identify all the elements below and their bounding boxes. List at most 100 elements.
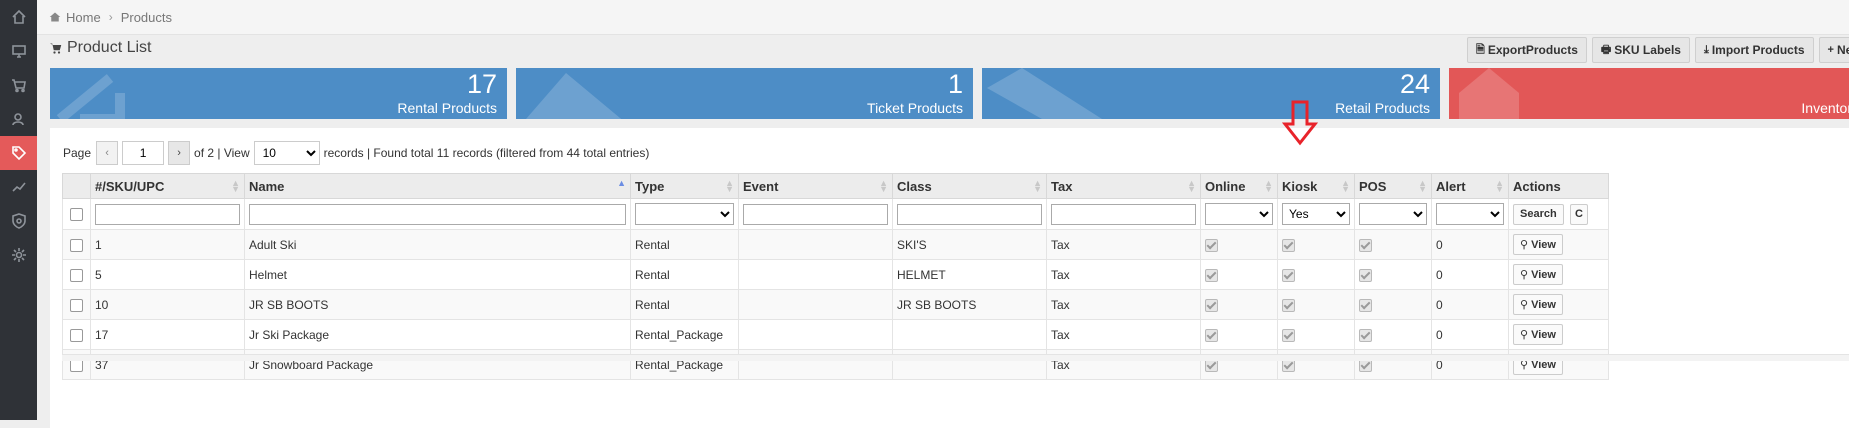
pos-filter-select[interactable] bbox=[1359, 203, 1427, 225]
column-header-label: Kiosk bbox=[1282, 179, 1317, 194]
sku-cell-text: 17 bbox=[95, 328, 108, 342]
row-select-checkbox[interactable] bbox=[70, 329, 83, 342]
view-button[interactable]: ⚲View bbox=[1513, 324, 1563, 345]
row-select-checkbox[interactable] bbox=[70, 299, 83, 312]
tax-cell-text: Tax bbox=[1051, 328, 1070, 342]
class-cell-text: JR SB BOOTS bbox=[897, 298, 976, 312]
column-header-type[interactable]: Type▲▼ bbox=[631, 174, 739, 199]
sidebar-item-orders[interactable] bbox=[0, 68, 37, 102]
per-page-select[interactable]: 10 bbox=[254, 141, 320, 165]
sidebar-item-customers[interactable] bbox=[0, 102, 37, 136]
home-icon bbox=[49, 11, 61, 23]
column-header-alert[interactable]: Alert▲▼ bbox=[1432, 174, 1509, 199]
online-checkbox bbox=[1205, 269, 1218, 282]
sidebar-item-home[interactable] bbox=[0, 0, 37, 34]
new-product-button[interactable]: + New bbox=[1819, 37, 1849, 63]
view-button[interactable]: ⚲View bbox=[1513, 264, 1563, 285]
sort-icon: ▲▼ bbox=[879, 180, 888, 192]
column-header-tax[interactable]: Tax▲▼ bbox=[1047, 174, 1201, 199]
print-icon: 🖶 bbox=[1601, 41, 1611, 60]
sidebar-item-settings[interactable] bbox=[0, 238, 37, 272]
filter-cell bbox=[739, 199, 893, 230]
sku-cell: 1 bbox=[91, 230, 245, 260]
column-header-pos[interactable]: POS▲▼ bbox=[1355, 174, 1432, 199]
next-page-button[interactable]: › bbox=[168, 141, 190, 165]
sidebar-item-reports[interactable] bbox=[0, 170, 37, 204]
chevron-right-icon: › bbox=[109, 10, 113, 24]
page-number-input[interactable] bbox=[122, 141, 164, 165]
kiosk-checkbox bbox=[1282, 329, 1295, 342]
inventory-tile[interactable]: Inventory bbox=[1449, 68, 1849, 119]
event-filter-input[interactable] bbox=[743, 204, 888, 225]
tax-cell-text: Tax bbox=[1051, 238, 1070, 252]
table-header-row: #/SKU/UPC▲▼ Name▲ Type▲▼ Event▲▼ Class▲▼… bbox=[63, 174, 1609, 199]
breadcrumb: Home › Products bbox=[37, 0, 1849, 35]
view-button[interactable]: ⚲View bbox=[1513, 294, 1563, 315]
tile-count: 24 bbox=[1400, 69, 1430, 100]
chart-icon bbox=[11, 179, 27, 195]
column-header-sku[interactable]: #/SKU/UPC▲▼ bbox=[91, 174, 245, 199]
rental-products-tile[interactable]: 17 Rental Products bbox=[50, 68, 507, 119]
name-cell-text: JR SB BOOTS bbox=[249, 298, 328, 312]
retail-products-tile[interactable]: 24 Retail Products bbox=[982, 68, 1440, 119]
sort-asc-icon: ▲ bbox=[617, 180, 626, 186]
name-filter-input[interactable] bbox=[249, 204, 626, 225]
pos-checkbox bbox=[1359, 269, 1372, 282]
sort-icon: ▲▼ bbox=[1418, 180, 1427, 192]
kiosk-checkbox bbox=[1282, 299, 1295, 312]
tile-count: 17 bbox=[467, 69, 497, 100]
alert-cell: 0 bbox=[1432, 230, 1509, 260]
clear-button[interactable]: C bbox=[1570, 204, 1588, 225]
column-header-kiosk[interactable]: Kiosk▲▼ bbox=[1278, 174, 1355, 199]
online-filter-select[interactable] bbox=[1205, 203, 1273, 225]
sku-filter-input[interactable] bbox=[95, 204, 240, 225]
type-cell: Rental_Package bbox=[631, 320, 739, 350]
column-header-class[interactable]: Class▲▼ bbox=[893, 174, 1047, 199]
sidebar-item-security[interactable] bbox=[0, 204, 37, 238]
sidebar bbox=[0, 0, 37, 420]
alert-cell-text: 0 bbox=[1436, 238, 1443, 252]
sidebar-item-pos[interactable] bbox=[0, 34, 37, 68]
class-filter-input[interactable] bbox=[897, 204, 1042, 225]
users-icon bbox=[11, 111, 27, 127]
table-row: 1Adult SkiRentalSKI'STax0⚲View bbox=[63, 230, 1609, 260]
pos-cell bbox=[1355, 260, 1432, 290]
prev-page-button[interactable]: ‹ bbox=[96, 141, 118, 165]
select-all-checkbox[interactable] bbox=[70, 208, 83, 221]
view-button[interactable]: ⚲View bbox=[1513, 234, 1563, 255]
ticket-products-tile[interactable]: 1 Ticket Products bbox=[516, 68, 973, 119]
alert-filter-select[interactable] bbox=[1436, 203, 1504, 225]
event-cell bbox=[739, 260, 893, 290]
tax-filter-input[interactable] bbox=[1051, 204, 1196, 225]
import-products-button[interactable]: ⤓ Import Products bbox=[1695, 37, 1814, 63]
export-products-button[interactable]: 🗎 ExportProducts bbox=[1467, 37, 1587, 63]
kiosk-filter-select[interactable]: Yes bbox=[1282, 203, 1350, 225]
row-select-checkbox[interactable] bbox=[70, 239, 83, 252]
breadcrumb-home[interactable]: Home bbox=[66, 10, 101, 25]
column-header-label: Type bbox=[635, 179, 664, 194]
sidebar-item-products[interactable] bbox=[0, 136, 37, 170]
tile-label: Inventory bbox=[1801, 100, 1849, 116]
row-select-cell bbox=[63, 320, 91, 350]
online-cell bbox=[1201, 320, 1278, 350]
sort-icon: ▲▼ bbox=[231, 180, 240, 192]
filter-row: Yes Search C bbox=[63, 199, 1609, 230]
row-select-checkbox[interactable] bbox=[70, 269, 83, 282]
column-header-event[interactable]: Event▲▼ bbox=[739, 174, 893, 199]
tax-cell: Tax bbox=[1047, 260, 1201, 290]
type-filter-select[interactable] bbox=[635, 203, 734, 225]
down-arrow-annotation-icon bbox=[1282, 100, 1318, 146]
column-header-name[interactable]: Name▲ bbox=[245, 174, 631, 199]
sort-icon: ▲▼ bbox=[1187, 180, 1196, 192]
name-cell: Helmet bbox=[245, 260, 631, 290]
filter-cell bbox=[1432, 199, 1509, 230]
search-icon: ⚲ bbox=[1520, 268, 1528, 281]
name-cell: Adult Ski bbox=[245, 230, 631, 260]
type-cell-text: Rental bbox=[635, 268, 670, 282]
column-header-online[interactable]: Online▲▼ bbox=[1201, 174, 1278, 199]
monitor-icon bbox=[11, 43, 27, 59]
search-button[interactable]: Search bbox=[1513, 204, 1564, 225]
sku-labels-button[interactable]: 🖶 SKU Labels bbox=[1592, 37, 1690, 63]
online-checkbox bbox=[1205, 299, 1218, 312]
sku-cell: 5 bbox=[91, 260, 245, 290]
